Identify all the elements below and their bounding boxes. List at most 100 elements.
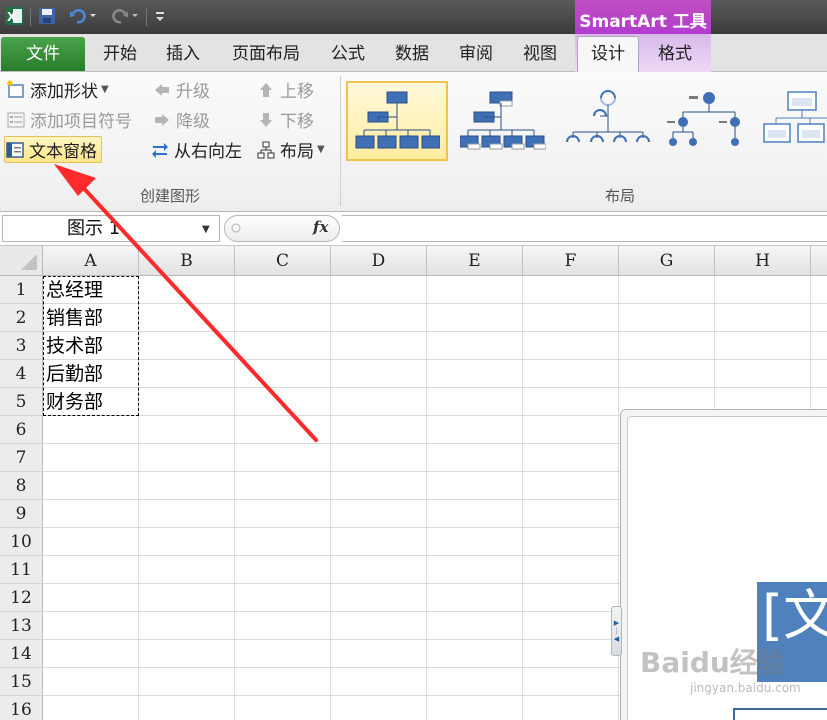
text-pane-button[interactable]: 文本窗格 [4,136,102,163]
worksheet: A B C D E F G H 1 2 3 4 5 6 7 8 9 10 11 … [0,246,827,720]
context-label: SmartArt 工具 [579,12,707,32]
add-bullet-button[interactable]: 添加项目符号 [6,106,132,133]
tab-formulas[interactable]: 公式 [318,37,378,71]
layouts-group-label: 布局 [604,187,635,205]
column-header-i[interactable] [811,246,827,276]
add-shape-icon [6,80,26,100]
row-header[interactable]: 7 [0,444,43,472]
add-shape-button[interactable]: 添加形状 ▼ [6,76,109,103]
tab-data[interactable]: 数据 [382,37,442,71]
separator [30,8,31,26]
gridline [330,276,331,720]
add-shape-label: 添加形状 [30,82,98,102]
arrow-right-icon [152,110,172,130]
save-icon[interactable] [36,6,58,26]
demote-label: 降级 [176,112,210,132]
right-to-left-button[interactable]: 从右向左 [150,136,242,163]
smartart-shape-text: [文 [762,584,827,647]
gridline [43,359,827,360]
swap-arrows-icon [150,140,170,160]
chevron-down-icon[interactable]: ▼ [202,224,210,235]
row-header[interactable]: 1 [0,276,43,304]
layout-half-circle-org-chart[interactable] [557,81,659,161]
separator [146,8,147,26]
row-header[interactable]: 11 [0,556,43,584]
bullet-list-icon [6,110,26,130]
move-down-label: 下移 [280,112,314,132]
layout-name-title-org-chart[interactable] [452,81,554,161]
row-header[interactable]: 12 [0,584,43,612]
name-box[interactable]: 图示 1 [2,215,220,242]
column-header-f[interactable]: F [523,246,619,276]
ribbon-tabs: 文件 开始 插入 页面布局 公式 数据 审阅 视图 设计 格式 [0,34,827,73]
row-header[interactable]: 10 [0,528,43,556]
move-up-label: 上移 [280,82,314,102]
move-down-button[interactable]: 下移 [256,106,314,133]
chevron-left-icon: ◀ [613,635,620,643]
tab-format[interactable]: 格式 [642,37,708,71]
org-chart-icon [256,140,276,160]
right-to-left-label: 从右向左 [174,142,242,162]
row-header[interactable]: 4 [0,360,43,388]
layout-labeled-hierarchy[interactable] [655,81,757,161]
tab-page-layout[interactable]: 页面布局 [218,37,314,71]
column-header-g[interactable]: G [619,246,715,276]
row-header[interactable]: 6 [0,416,43,444]
row-header[interactable]: 9 [0,500,43,528]
row-header[interactable]: 2 [0,304,43,332]
promote-button[interactable]: 升级 [152,76,210,103]
column-header-a[interactable]: A [43,246,139,276]
text-pane-label: 文本窗格 [29,142,97,162]
group-separator [340,76,341,206]
row-header[interactable]: 3 [0,332,43,360]
tab-insert[interactable]: 插入 [153,37,213,71]
ribbon: 添加形状 ▼ 添加项目符号 文本窗格 升级 降级 从右向左 上移 下移 布局 ▼… [0,72,827,212]
tab-view[interactable]: 视图 [510,37,570,71]
chevron-right-icon: ▶ [613,619,620,627]
grip-icon [231,223,241,233]
copy-marquee [43,276,139,416]
gridline [43,387,827,388]
chevron-down-icon: ▼ [317,144,325,155]
undo-icon[interactable] [68,6,98,26]
insert-function-icon[interactable]: fx [313,218,328,236]
excel-icon[interactable]: X [3,6,25,26]
layout-button[interactable]: 布局 ▼ [256,136,325,163]
row-header[interactable]: 16 [0,696,43,720]
demote-button[interactable]: 降级 [152,106,210,133]
move-up-button[interactable]: 上移 [256,76,314,103]
add-bullet-label: 添加项目符号 [30,112,132,132]
gridline [43,331,827,332]
column-header-d[interactable]: D [331,246,427,276]
column-header-e[interactable]: E [427,246,523,276]
create-graphic-group-label: 创建图形 [139,187,200,205]
tab-design[interactable]: 设计 [577,36,639,73]
smartart-tools-context: SmartArt 工具 [575,0,711,38]
smartart-shape[interactable] [733,708,827,720]
column-header-h[interactable]: H [715,246,811,276]
row-header[interactable]: 14 [0,640,43,668]
layout-org-chart-selected[interactable] [346,81,448,161]
promote-label: 升级 [176,82,210,102]
redo-icon[interactable] [110,6,140,26]
svg-text:X: X [7,10,17,24]
text-pane-toggle[interactable]: ▶ ⋮ ◀ [611,606,622,656]
column-header-c[interactable]: C [235,246,331,276]
grip-icon: ⋮ [613,627,620,635]
customize-icon[interactable] [152,6,168,26]
tab-home[interactable]: 开始 [90,37,150,71]
select-all-corner[interactable] [0,246,43,276]
layout-label: 布局 [280,142,314,162]
column-header-b[interactable]: B [139,246,235,276]
tab-review[interactable]: 审阅 [446,37,506,71]
row-header[interactable]: 13 [0,612,43,640]
row-header[interactable]: 5 [0,388,43,416]
formula-input[interactable] [342,215,827,242]
tab-file[interactable]: 文件 [1,37,85,71]
arrow-left-icon [152,80,172,100]
layout-table-hierarchy[interactable] [757,81,827,161]
arrow-down-icon [256,110,276,130]
row-header[interactable]: 8 [0,472,43,500]
row-header[interactable]: 15 [0,668,43,696]
excel-window: X SmartArt 工具 文件 开始 插入 页面布局 公式 数据 审阅 视图 … [0,0,827,720]
